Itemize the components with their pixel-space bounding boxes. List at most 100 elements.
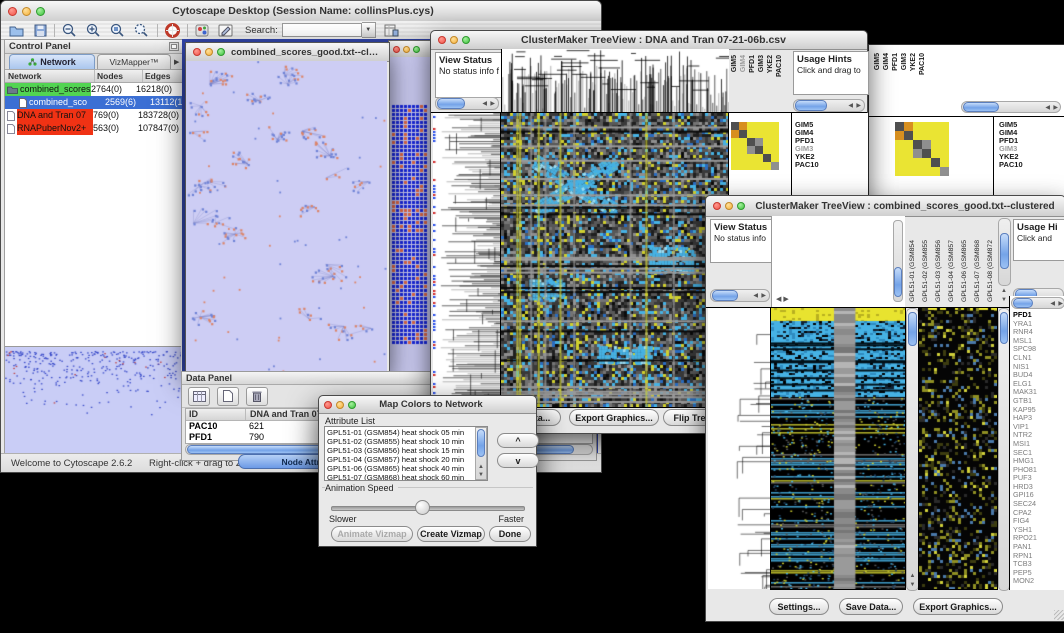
- zoom-window-icon[interactable]: [36, 7, 45, 16]
- list-item[interactable]: GPL51-07 (GSM868) heat shock 60 min: [327, 473, 475, 481]
- treeview2-heatmap-right[interactable]: [919, 308, 997, 589]
- attribute-browser-icon[interactable]: [384, 23, 399, 37]
- matrix-cell[interactable]: [755, 130, 763, 138]
- matrix-cell[interactable]: [763, 162, 771, 170]
- matrix-cell[interactable]: [922, 158, 931, 167]
- save-icon[interactable]: [34, 24, 47, 37]
- list-item[interactable]: GPL51-04 (GSM857) heat shock 20 min: [327, 455, 475, 464]
- treeview2-heatmap-vscrollbar[interactable]: ▲▼: [906, 308, 919, 591]
- matrix-cell[interactable]: [922, 167, 931, 176]
- minimize-icon[interactable]: [22, 7, 31, 16]
- search-dropdown-button[interactable]: ▼: [362, 22, 376, 38]
- matrix-cell[interactable]: [940, 140, 949, 149]
- close-icon[interactable]: [8, 7, 17, 16]
- matrix-cell[interactable]: [731, 122, 739, 130]
- matrix-cell[interactable]: [763, 138, 771, 146]
- new-attribute-icon[interactable]: [217, 387, 239, 406]
- close-icon[interactable]: [438, 36, 446, 44]
- matrix-cell[interactable]: [904, 167, 913, 176]
- zoom-window-icon[interactable]: [217, 48, 225, 56]
- treeview2-row-dendrogram[interactable]: [708, 308, 771, 589]
- matrix-cell[interactable]: [913, 131, 922, 140]
- matrix-cell[interactable]: [922, 140, 931, 149]
- matrix-cell[interactable]: [913, 122, 922, 131]
- matrix-cell[interactable]: [931, 122, 940, 131]
- tab-network[interactable]: Network: [9, 54, 95, 69]
- minimize-icon[interactable]: [725, 202, 733, 210]
- matrix-cell[interactable]: [895, 122, 904, 131]
- matrix-cell[interactable]: [755, 138, 763, 146]
- matrix-cell[interactable]: [940, 122, 949, 131]
- matrix-cell[interactable]: [755, 122, 763, 130]
- matrix-cell[interactable]: [904, 158, 913, 167]
- close-icon[interactable]: [324, 401, 332, 409]
- matrix-cell[interactable]: [904, 122, 913, 131]
- treeview2-export-graphics-button[interactable]: Export Graphics...: [913, 598, 1003, 615]
- vizmapper-icon[interactable]: [195, 24, 209, 37]
- matrix-cell[interactable]: [731, 130, 739, 138]
- data-col-id[interactable]: ID: [186, 409, 246, 420]
- matrix-cell[interactable]: [771, 130, 779, 138]
- tab-overflow-button[interactable]: ▶: [174, 58, 179, 69]
- list-item[interactable]: GPL51-06 (GSM865) heat shock 40 min: [327, 464, 475, 473]
- matrix-cell[interactable]: [731, 162, 739, 170]
- delete-attribute-icon[interactable]: [246, 387, 268, 406]
- treeview-back-hscrollbar[interactable]: ◀▶: [961, 101, 1061, 113]
- zoom-fit-icon[interactable]: [134, 23, 150, 37]
- zoom-selected-icon[interactable]: [110, 23, 126, 37]
- matrix-cell[interactable]: [747, 130, 755, 138]
- help-icon[interactable]: [165, 23, 180, 38]
- minimize-icon[interactable]: [336, 401, 344, 409]
- done-button[interactable]: Done: [489, 526, 531, 542]
- open-file-icon[interactable]: [9, 24, 24, 37]
- network-view-canvas[interactable]: [186, 61, 387, 371]
- matrix-cell[interactable]: [731, 154, 739, 162]
- list-item[interactable]: GPL51-03 (GSM856) heat shock 15 min: [327, 446, 475, 455]
- treeview1-export-graphics-button[interactable]: Export Graphics...: [569, 409, 659, 426]
- zoom-in-icon[interactable]: [86, 23, 102, 37]
- matrix-cell[interactable]: [739, 162, 747, 170]
- matrix-cell[interactable]: [913, 149, 922, 158]
- resize-grip[interactable]: [1054, 610, 1064, 620]
- move-up-button[interactable]: ^: [497, 433, 539, 448]
- minimize-icon[interactable]: [403, 46, 410, 53]
- matrix-cell[interactable]: [755, 162, 763, 170]
- network-row-dna-tran[interactable]: DNA and Tran 07 769(0) 183728(0): [5, 109, 183, 122]
- float-panel-icon[interactable]: [169, 42, 179, 51]
- matrix-cell[interactable]: [940, 131, 949, 140]
- network-row-combined-sco[interactable]: combined_sco 2569(6) 13112(15): [5, 96, 183, 109]
- matrix-cell[interactable]: [755, 154, 763, 162]
- treeview2-gene-hscrollbar[interactable]: ◀▶: [1011, 297, 1064, 309]
- matrix-cell[interactable]: [739, 122, 747, 130]
- matrix-cell[interactable]: [747, 138, 755, 146]
- zoom-out-icon[interactable]: [62, 23, 78, 37]
- minimize-icon[interactable]: [205, 48, 213, 56]
- animate-vizmap-button[interactable]: Animate Vizmap: [331, 526, 413, 542]
- network-row-combined-scores[interactable]: combined_scores 2764(0) 16218(0): [5, 83, 183, 96]
- network-view-back-canvas[interactable]: [389, 57, 431, 371]
- matrix-cell[interactable]: [940, 149, 949, 158]
- matrix-cell[interactable]: [895, 158, 904, 167]
- treeview2-settings-button[interactable]: Settings...: [769, 598, 829, 615]
- matrix-cell[interactable]: [913, 158, 922, 167]
- zoom-window-icon[interactable]: [348, 401, 356, 409]
- matrix-cell[interactable]: [763, 146, 771, 154]
- matrix-cell[interactable]: [747, 146, 755, 154]
- main-titlebar[interactable]: Cytoscape Desktop (Session Name: collins…: [1, 1, 601, 22]
- matrix-cell[interactable]: [755, 146, 763, 154]
- treeview1-similarity-matrix[interactable]: [731, 122, 779, 170]
- list-item[interactable]: GPL51-01 (GSM854) heat shock 05 min: [327, 428, 475, 437]
- treeview1-status-scrollbar[interactable]: ◀▶: [435, 97, 499, 110]
- matrix-cell[interactable]: [771, 154, 779, 162]
- treeview2-coltree-area[interactable]: ◀ ▶: [771, 216, 905, 307]
- zoom-window-icon[interactable]: [737, 202, 745, 210]
- annotation-icon[interactable]: [218, 24, 233, 37]
- matrix-cell[interactable]: [931, 167, 940, 176]
- close-icon[interactable]: [193, 48, 201, 56]
- matrix-cell[interactable]: [771, 146, 779, 154]
- treeview1-row-dendrogram[interactable]: [433, 113, 501, 407]
- matrix-cell[interactable]: [904, 140, 913, 149]
- matrix-cell[interactable]: [922, 149, 931, 158]
- close-icon[interactable]: [713, 202, 721, 210]
- attribute-listbox[interactable]: GPL51-01 (GSM854) heat shock 05 min GPL51…: [324, 426, 488, 481]
